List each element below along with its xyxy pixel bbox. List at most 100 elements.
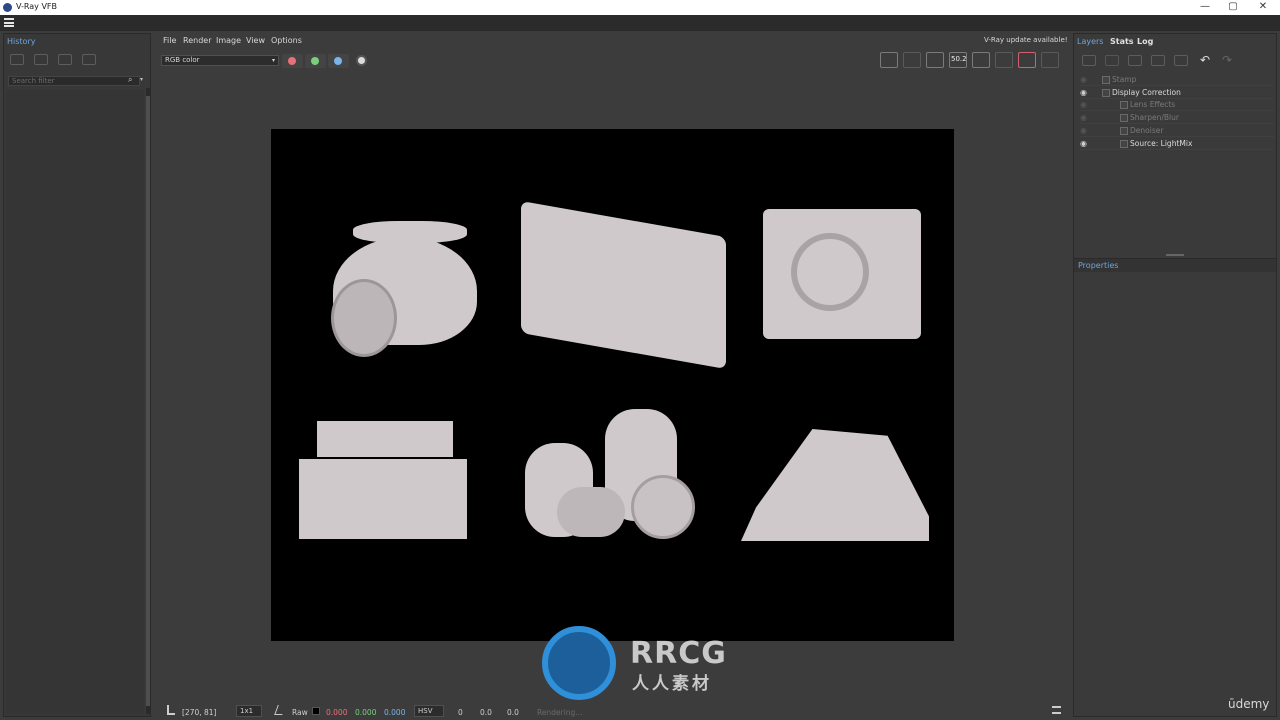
tab-properties[interactable]: Properties bbox=[1078, 261, 1118, 270]
layer-name: Lens Effects bbox=[1130, 100, 1176, 110]
green-dot-icon bbox=[311, 57, 319, 65]
layer-name: Display Correction bbox=[1112, 87, 1181, 97]
hamburger-menu-icon[interactable] bbox=[4, 18, 14, 27]
layer-type-icon bbox=[1120, 126, 1128, 135]
redo-icon[interactable]: ↷ bbox=[1222, 53, 1232, 67]
channel-select-value: RGB color bbox=[165, 56, 200, 64]
zoom-level: 50.2 bbox=[951, 55, 967, 63]
load-history-icon[interactable] bbox=[58, 54, 72, 65]
eye-icon[interactable]: ◉ bbox=[1080, 138, 1090, 149]
coin-render bbox=[331, 279, 397, 357]
layer-row[interactable]: ◉ Lens Effects bbox=[1080, 99, 1274, 112]
red-value: 0.000 bbox=[326, 708, 348, 717]
save-history-icon[interactable] bbox=[10, 54, 24, 65]
minimize-button[interactable]: — bbox=[1190, 0, 1220, 15]
add-layer-icon[interactable] bbox=[1082, 55, 1096, 66]
eye-icon[interactable]: ◉ bbox=[1080, 87, 1090, 98]
layer-row[interactable]: ◉ Stamp bbox=[1080, 74, 1274, 86]
eye-icon[interactable]: ◉ bbox=[1080, 74, 1090, 85]
menu-options[interactable]: Options bbox=[271, 36, 302, 45]
interactive-render-icon[interactable] bbox=[995, 52, 1013, 68]
update-notice-link[interactable]: V-Ray update available! bbox=[984, 36, 1068, 44]
eye-icon[interactable]: ◉ bbox=[1080, 99, 1090, 110]
banknote-stacks-render bbox=[521, 200, 726, 370]
menu-render[interactable]: Render bbox=[183, 36, 211, 45]
curve-icon[interactable] bbox=[274, 705, 286, 715]
window-title: V-Ray VFB bbox=[16, 2, 58, 11]
layer-name: Denoiser bbox=[1130, 125, 1164, 135]
layer-type-icon bbox=[1102, 76, 1110, 84]
green-channel-button[interactable] bbox=[305, 54, 326, 68]
panel-splitter[interactable] bbox=[1166, 254, 1184, 256]
layer-row[interactable]: ◉ Display Correction bbox=[1080, 87, 1274, 99]
layer-type-icon bbox=[1102, 88, 1110, 97]
menu-image[interactable]: Image bbox=[216, 36, 241, 45]
coin-face-render bbox=[631, 475, 695, 539]
tab-layers[interactable]: Layers bbox=[1077, 37, 1103, 46]
layer-row[interactable]: ◉ Sharpen/Blur bbox=[1080, 112, 1274, 125]
layer-type-icon bbox=[1120, 114, 1128, 123]
log-toggle-icon[interactable] bbox=[1052, 706, 1061, 714]
tab-log[interactable]: Log bbox=[1137, 37, 1153, 46]
search-icon[interactable]: ⌕ bbox=[128, 75, 132, 85]
wallet-render bbox=[299, 459, 467, 539]
layer-row[interactable]: ◉ Source: LightMix bbox=[1080, 138, 1274, 150]
image-area: File Render Image View Options V-Ray upd… bbox=[158, 33, 1068, 717]
maximize-button[interactable]: ▢ bbox=[1218, 0, 1248, 15]
channel-select[interactable]: RGB color ▾ bbox=[161, 55, 279, 66]
color-swatch bbox=[312, 707, 320, 715]
history-scrollbar[interactable] bbox=[146, 88, 150, 714]
hue-value: 0 bbox=[458, 708, 463, 717]
menu-file[interactable]: File bbox=[163, 36, 176, 45]
tab-history[interactable]: History bbox=[7, 37, 35, 46]
blue-dot-icon bbox=[334, 57, 342, 65]
menu-view[interactable]: View bbox=[246, 36, 265, 45]
sample-size-value: 1x1 bbox=[240, 707, 254, 715]
layer-row[interactable]: ◉ Denoiser bbox=[1080, 125, 1274, 137]
eye-icon[interactable]: ◉ bbox=[1080, 125, 1090, 136]
render-status: Rendering... bbox=[537, 708, 583, 717]
udemy-watermark: ūdemy bbox=[1228, 697, 1270, 711]
layer-type-icon bbox=[1120, 139, 1128, 148]
region-render-icon[interactable] bbox=[926, 52, 944, 68]
window-titlebar: V-Ray VFB — ▢ ✕ bbox=[0, 0, 1280, 15]
alpha-channel-icon[interactable] bbox=[356, 55, 367, 66]
blue-value: 0.000 bbox=[384, 708, 406, 717]
remove-layer-icon[interactable] bbox=[1105, 55, 1119, 66]
eye-icon[interactable]: ◉ bbox=[1080, 112, 1090, 123]
safe-dial-render bbox=[791, 233, 869, 311]
undo-icon[interactable]: ↶ bbox=[1200, 53, 1210, 67]
history-list bbox=[6, 90, 144, 714]
save-all-icon[interactable] bbox=[903, 52, 921, 68]
history-panel: History Search filter ⌕ ▾ bbox=[3, 33, 151, 717]
sample-size-select[interactable]: 1x1 bbox=[236, 705, 262, 717]
green-value: 0.000 bbox=[355, 708, 377, 717]
save-image-icon[interactable] bbox=[880, 52, 898, 68]
tab-stats[interactable]: Stats bbox=[1110, 37, 1134, 46]
history-search-input[interactable]: Search filter bbox=[8, 76, 140, 86]
zoom-icon[interactable]: 50.2 bbox=[949, 52, 967, 68]
layer-name: Stamp bbox=[1112, 75, 1137, 84]
remove-history-icon[interactable] bbox=[82, 54, 96, 65]
layer-name: Source: LightMix bbox=[1130, 138, 1193, 148]
red-dot-icon bbox=[288, 57, 296, 65]
color-space-select[interactable]: HSV bbox=[414, 705, 444, 717]
red-channel-button[interactable] bbox=[282, 54, 303, 68]
wallet-top-render bbox=[317, 421, 453, 457]
properties-header: Properties bbox=[1074, 258, 1276, 272]
layer-presets-icon[interactable] bbox=[1174, 55, 1188, 66]
load-layers-icon[interactable] bbox=[1151, 55, 1165, 66]
stop-render-icon[interactable] bbox=[1018, 52, 1036, 68]
save-layers-icon[interactable] bbox=[1128, 55, 1142, 66]
blue-channel-button[interactable] bbox=[328, 54, 349, 68]
render-viewport[interactable] bbox=[271, 129, 954, 641]
start-render-icon[interactable] bbox=[1041, 52, 1059, 68]
chevron-down-icon[interactable]: ▾ bbox=[140, 76, 143, 83]
layer-type-icon bbox=[1120, 101, 1128, 110]
fit-view-icon[interactable] bbox=[972, 52, 990, 68]
pin-icon[interactable] bbox=[167, 705, 175, 715]
close-button[interactable]: ✕ bbox=[1248, 0, 1278, 15]
compare-ab-icon[interactable] bbox=[34, 54, 48, 65]
rrcg-logo-icon bbox=[542, 626, 616, 700]
color-space-value: HSV bbox=[418, 707, 433, 715]
